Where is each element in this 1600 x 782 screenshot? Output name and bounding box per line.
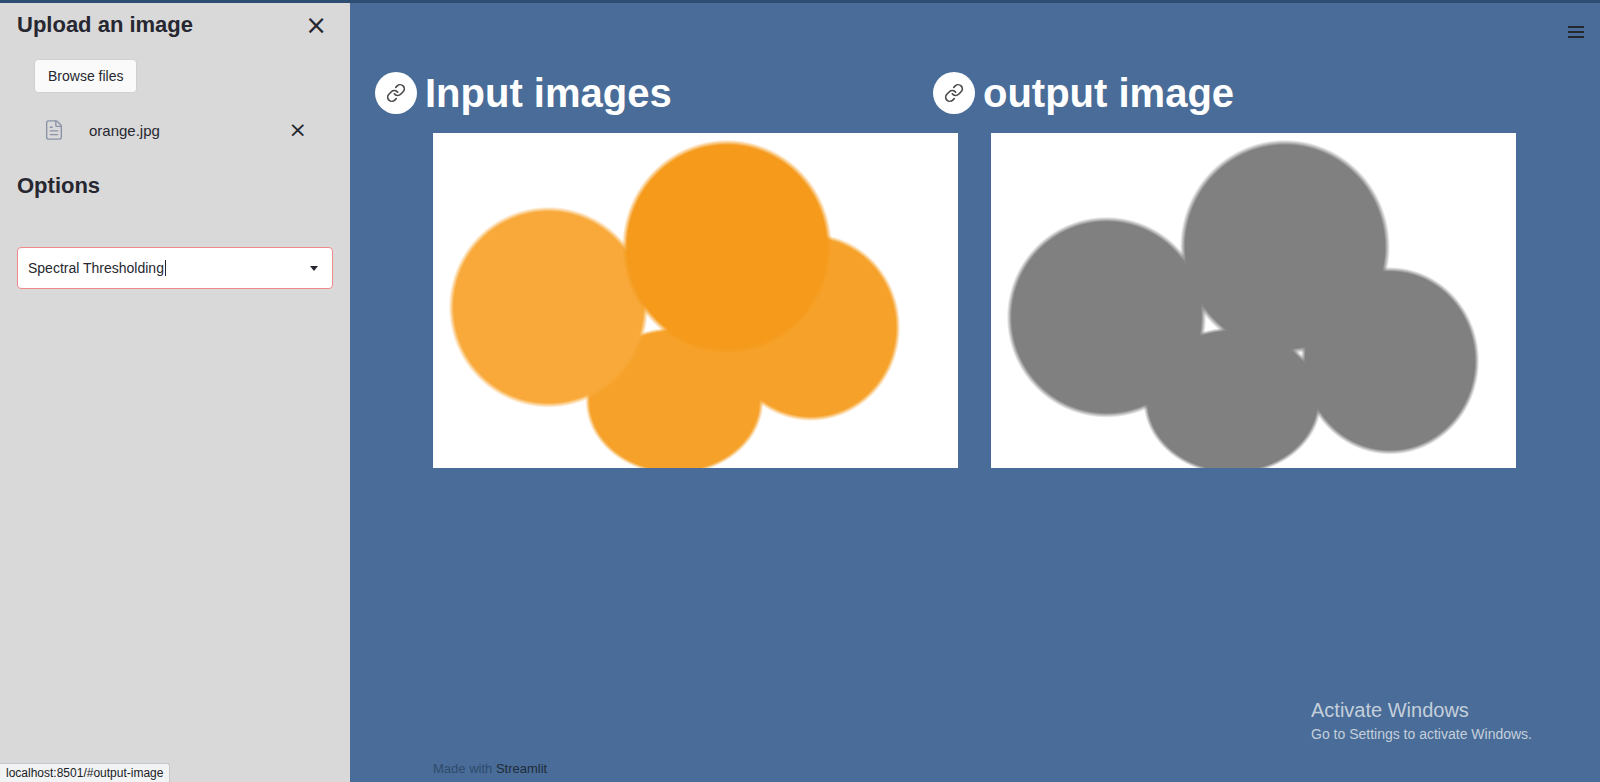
sidebar-header: Upload an image × bbox=[17, 9, 333, 41]
uploaded-file: orange.jpg× bbox=[17, 113, 333, 147]
anchor-link[interactable] bbox=[933, 72, 975, 114]
image-columns: Input images output image bbox=[433, 69, 1516, 468]
menu-line-icon bbox=[1568, 31, 1584, 33]
upload-title: Upload an image bbox=[17, 12, 193, 38]
output-image bbox=[991, 133, 1516, 468]
select-value: Spectral Thresholding bbox=[28, 260, 166, 276]
watermark-title: Activate Windows bbox=[1311, 699, 1532, 722]
sidebar: Upload an image×Browse filesorange.jpg×O… bbox=[0, 3, 350, 782]
anchor-link[interactable] bbox=[375, 72, 417, 114]
file-icon bbox=[43, 119, 65, 141]
options-title: Options bbox=[17, 173, 333, 199]
main-menu-button[interactable] bbox=[1568, 23, 1590, 41]
menu-line-icon bbox=[1568, 36, 1584, 38]
input-image bbox=[433, 133, 958, 468]
footer: Made with Streamlit bbox=[433, 761, 1516, 776]
link-icon bbox=[944, 83, 964, 103]
activation-watermark: Activate Windows Go to Settings to activa… bbox=[1311, 699, 1532, 742]
heading-text: output image bbox=[983, 71, 1234, 116]
app-window: Upload an image×Browse filesorange.jpg×O… bbox=[0, 0, 1600, 782]
close-sidebar-button[interactable]: × bbox=[301, 12, 331, 38]
streamlit-link[interactable]: Streamlit bbox=[496, 761, 547, 776]
link-icon bbox=[386, 83, 406, 103]
caret-down-icon bbox=[310, 266, 318, 271]
browse-files-button[interactable]: Browse files bbox=[34, 59, 137, 93]
watermark-subtitle: Go to Settings to activate Windows. bbox=[1311, 726, 1532, 742]
image-column: Input images bbox=[433, 69, 958, 468]
file-name: orange.jpg bbox=[89, 122, 285, 139]
heading-text: Input images bbox=[425, 71, 672, 116]
main-area: Input images output image Made with Stream… bbox=[350, 3, 1600, 782]
remove-file-button[interactable]: × bbox=[285, 119, 311, 141]
status-bar: localhost:8501/#output-image bbox=[0, 763, 170, 782]
image-column: output image bbox=[991, 69, 1516, 468]
options-select[interactable]: Spectral Thresholding bbox=[17, 247, 333, 289]
column-heading: Input images bbox=[433, 69, 958, 117]
column-heading: output image bbox=[991, 69, 1516, 117]
menu-line-icon bbox=[1568, 26, 1584, 28]
